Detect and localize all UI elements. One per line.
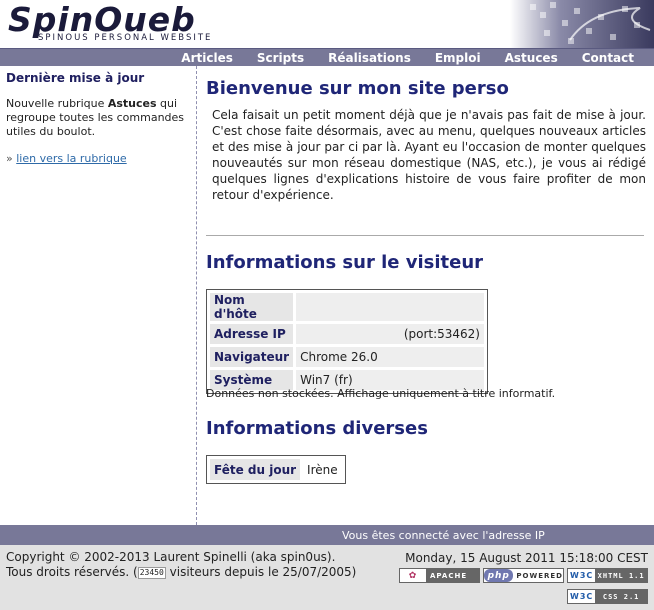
nav-articles[interactable]: Articles — [181, 51, 233, 65]
visitor-browser-value: Chrome 26.0 — [296, 347, 484, 367]
css-badge-label: CSS 2.1 — [595, 590, 647, 603]
php-badge[interactable]: php POWERED — [483, 568, 564, 583]
visitor-hostname-value — [296, 293, 484, 321]
rights-line: Tous droits réservés. (23450 visiteurs d… — [6, 565, 357, 579]
rights-suffix: visiteurs depuis le 25/07/2005) — [169, 565, 357, 579]
w3c-logo-icon: W3C — [570, 592, 594, 601]
sidebar-rubrique-link[interactable]: lien vers la rubrique — [16, 152, 126, 165]
sidebar: Dernière mise à jour Nouvelle rubrique A… — [0, 66, 197, 525]
main-content: Bienvenue sur mon site perso Cela faisai… — [206, 66, 646, 525]
table-row: Adresse IP (port:53462) — [210, 324, 484, 344]
xhtml-badge-label: XHTML 1.1 — [595, 569, 647, 582]
copyright-line: Copyright © 2002-2013 Laurent Spinelli (… — [6, 550, 336, 564]
apache-badge[interactable]: ✿ APACHE — [399, 568, 480, 583]
logo-text: SpinOueb — [8, 0, 196, 39]
visitor-counter: 23450 — [137, 566, 166, 579]
rights-prefix: Tous droits réservés. — [6, 565, 130, 579]
nav-scripts[interactable]: Scripts — [257, 51, 304, 65]
sidebar-title: Dernière mise à jour — [6, 71, 145, 85]
nav-contact[interactable]: Contact — [582, 51, 634, 65]
page-title: Bienvenue sur mon site perso — [206, 78, 509, 99]
connection-status-bar: Vous êtes connecté avec l'adresse IP — [0, 525, 654, 545]
table-row: Fête du jour Irène — [210, 459, 342, 480]
nav-astuces[interactable]: Astuces — [505, 51, 558, 65]
apache-badge-label: APACHE — [426, 569, 479, 582]
visitor-ip-value: (port:53462) — [296, 324, 484, 344]
sidebar-text-before: Nouvelle rubrique — [6, 97, 108, 110]
connection-status-text: Vous êtes connecté avec l'adresse IP — [342, 529, 545, 542]
apache-feather-icon: ✿ — [408, 570, 418, 581]
php-logo-icon: php — [484, 569, 514, 582]
main-navigation: Articles Scripts Réalisations Emploi Ast… — [0, 48, 654, 66]
misc-info-table: Fête du jour Irène — [206, 455, 346, 484]
visitor-info-table: Nom d'hôte Adresse IP (port:53462) Navig… — [206, 289, 488, 394]
logo-subtitle: SPINOUS PERSONAL WEBSITE — [38, 33, 213, 43]
nav-realisations[interactable]: Réalisations — [328, 51, 411, 65]
copyright: Copyright © 2002-2013 Laurent Spinelli (… — [6, 550, 356, 580]
visitor-browser-label: Navigateur — [210, 347, 294, 367]
server-datetime: Monday, 15 August 2011 15:18:00 CEST — [405, 551, 648, 565]
sidebar-text-strong: Astuces — [107, 97, 157, 110]
css-valid-badge[interactable]: W3C CSS 2.1 — [567, 589, 648, 604]
visitor-note: Données non stockées. Affichage uniqueme… — [206, 387, 556, 400]
php-badge-label: POWERED — [516, 571, 563, 580]
xhtml-valid-badge[interactable]: W3C XHTML 1.1 — [567, 568, 648, 583]
intro-paragraph: Cela faisait un petit moment déjà que je… — [212, 108, 646, 202]
name-day-label: Fête du jour — [210, 459, 301, 480]
sidebar-link-line: » lien vers la rubrique — [6, 152, 190, 166]
table-row: Nom d'hôte — [210, 293, 484, 321]
sidebar-text: Nouvelle rubrique Astuces qui regroupe t… — [6, 97, 190, 139]
sidebar-link-bullet: » — [6, 152, 13, 165]
site-logo[interactable]: SpinOueb SPINOUS PERSONAL WEBSITE — [8, 0, 213, 44]
section-divider — [206, 235, 644, 236]
name-day-value: Irène — [303, 459, 342, 480]
visitor-hostname-label: Nom d'hôte — [210, 293, 294, 321]
nav-emploi[interactable]: Emploi — [435, 51, 481, 65]
site-header: SpinOueb SPINOUS PERSONAL WEBSITE — [0, 0, 654, 48]
table-row: Navigateur Chrome 26.0 — [210, 347, 484, 367]
visitor-ip-label: Adresse IP — [210, 324, 294, 344]
misc-info-title: Informations diverses — [206, 418, 428, 439]
visitor-info-title: Informations sur le visiteur — [206, 252, 484, 273]
w3c-logo-icon: W3C — [570, 571, 594, 580]
header-decoration-image — [510, 0, 654, 48]
site-footer: Copyright © 2002-2013 Laurent Spinelli (… — [0, 545, 654, 610]
